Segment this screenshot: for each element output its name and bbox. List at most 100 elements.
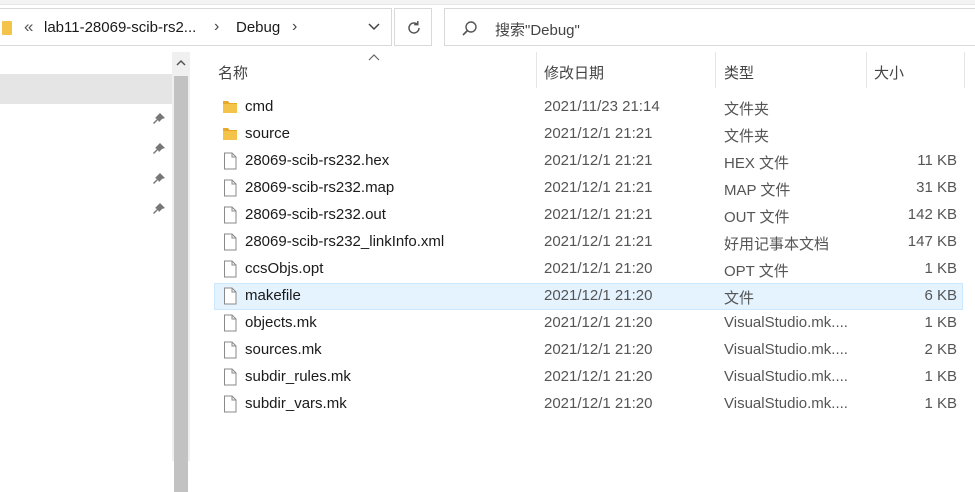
file-row[interactable]: 28069-scib-rs232.out 2021/12/1 21:21 OUT 文… (214, 202, 963, 229)
file-icon (224, 287, 237, 305)
file-type: 好用记事本文档 (724, 236, 830, 253)
file-type: VisualStudio.mk.... (724, 341, 848, 358)
search-box[interactable]: 搜索"Debug" (444, 8, 975, 46)
file-size: 31 KB (916, 179, 957, 196)
pin-icon[interactable] (152, 172, 166, 186)
folder-icon (2, 21, 12, 35)
address-bar[interactable]: « lab11-28069-scib-rs2... › Debug › (0, 8, 392, 46)
file-name: ccsObjs.opt (245, 260, 324, 277)
file-row[interactable]: objects.mk 2021/12/1 21:20 VisualStudio.mk… (214, 310, 963, 337)
file-name: 28069-scib-rs232.hex (245, 152, 390, 169)
refresh-icon (408, 21, 420, 34)
file-modified-date: 2021/12/1 21:21 (544, 206, 653, 223)
file-row[interactable]: ccsObjs.opt 2021/12/1 21:20 OPT 文件 1 KB (214, 256, 963, 283)
pin-icon[interactable] (152, 202, 166, 216)
breadcrumb-overflow[interactable]: « (24, 17, 33, 37)
file-size: 6 KB (924, 287, 957, 304)
file-type: VisualStudio.mk.... (724, 395, 848, 412)
file-type: HEX 文件 (724, 155, 790, 172)
column-name-label: 名称 (218, 65, 249, 82)
file-name: makefile (245, 287, 301, 304)
file-size: 147 KB (907, 233, 957, 250)
file-row[interactable]: 28069-scib-rs232_linkInfo.xml 2021/12/1 2… (214, 229, 963, 256)
file-modified-date: 2021/12/1 21:21 (544, 152, 653, 169)
file-list-scroll-area[interactable] (965, 52, 975, 461)
file-row[interactable]: 28069-scib-rs232.hex 2021/12/1 21:21 HEX 文… (214, 148, 963, 175)
file-name: objects.mk (245, 314, 317, 331)
pin-icon[interactable] (152, 112, 166, 126)
file-icon (224, 260, 237, 278)
file-icon (224, 233, 237, 251)
file-name: 28069-scib-rs232_linkInfo.xml (245, 233, 445, 250)
file-type: 文件夹 (724, 128, 770, 145)
file-name: cmd (245, 98, 274, 115)
file-name: subdir_vars.mk (245, 395, 347, 412)
file-modified-date: 2021/12/1 21:20 (544, 260, 653, 277)
file-size: 142 KB (907, 206, 957, 223)
column-modified-label: 修改日期 (544, 65, 605, 82)
file-row[interactable]: subdir_rules.mk 2021/12/1 21:20 VisualStud… (214, 364, 963, 391)
file-modified-date: 2021/12/1 21:20 (544, 287, 653, 304)
file-icon (224, 152, 237, 170)
file-icon (224, 206, 237, 224)
file-name: source (245, 125, 291, 142)
nav-selected-item[interactable] (0, 74, 172, 104)
folder-icon (223, 128, 237, 140)
file-row[interactable]: 28069-scib-rs232.map 2021/12/1 21:21 MAP 文… (214, 175, 963, 202)
file-size: 1 KB (924, 368, 957, 385)
file-modified-date: 2021/12/1 21:20 (544, 395, 653, 412)
file-row[interactable]: subdir_vars.mk 2021/12/1 21:20 VisualStudi… (214, 391, 963, 418)
pin-icon[interactable] (152, 142, 166, 156)
file-size: 1 KB (924, 314, 957, 331)
file-modified-date: 2021/12/1 21:21 (544, 179, 653, 196)
chevron-right-icon[interactable]: › (214, 18, 219, 36)
file-icon (224, 341, 237, 359)
column-type-label: 类型 (724, 65, 755, 82)
file-icon (224, 179, 237, 197)
file-type: 文件 (724, 290, 755, 307)
file-type: MAP 文件 (724, 182, 791, 199)
column-size-label: 大小 (874, 65, 905, 82)
file-type: VisualStudio.mk.... (724, 368, 848, 385)
folder-icon (223, 101, 237, 113)
file-modified-date: 2021/12/1 21:20 (544, 341, 653, 358)
file-icon (224, 314, 237, 332)
file-type: OPT 文件 (724, 263, 789, 280)
file-row[interactable]: makefile 2021/12/1 21:20 文件 6 KB (214, 283, 963, 310)
search-icon (462, 21, 477, 36)
file-name: 28069-scib-rs232.out (245, 206, 386, 223)
file-icon (224, 368, 237, 386)
scrollbar-thumb[interactable] (174, 76, 188, 492)
refresh-button[interactable] (394, 8, 432, 46)
column-header-type[interactable]: 类型 (716, 52, 866, 88)
file-name: sources.mk (245, 341, 322, 358)
file-modified-date: 2021/12/1 21:21 (544, 125, 653, 142)
file-icon (224, 395, 237, 413)
file-modified-date: 2021/12/1 21:20 (544, 368, 653, 385)
file-modified-date: 2021/12/1 21:20 (544, 314, 653, 331)
file-row[interactable]: source 2021/12/1 21:21 文件夹 (214, 121, 963, 148)
chevron-right-icon[interactable]: › (292, 18, 297, 36)
breadcrumb-segment-debug[interactable]: Debug (236, 19, 280, 36)
file-size: 11 KB (917, 152, 957, 169)
file-type: OUT 文件 (724, 209, 790, 226)
file-type: 文件夹 (724, 101, 770, 118)
file-size: 1 KB (924, 260, 957, 277)
file-modified-date: 2021/12/1 21:21 (544, 233, 653, 250)
window-top-strip (0, 0, 975, 5)
file-row[interactable]: cmd 2021/11/23 21:14 文件夹 (214, 94, 963, 121)
breadcrumb-segment-project[interactable]: lab11-28069-scib-rs2... (44, 19, 196, 36)
nav-scrollbar[interactable] (172, 52, 190, 492)
file-name: subdir_rules.mk (245, 368, 351, 385)
column-header-size[interactable]: 大小 (867, 52, 963, 88)
file-size: 2 KB (924, 341, 957, 358)
file-type: VisualStudio.mk.... (724, 314, 848, 331)
file-modified-date: 2021/11/23 21:14 (544, 98, 660, 115)
column-header-modified[interactable]: 修改日期 (537, 52, 715, 88)
column-header-name[interactable]: 名称 (214, 52, 536, 88)
scroll-up-arrow-icon[interactable] (176, 58, 186, 68)
file-row[interactable]: sources.mk 2021/12/1 21:20 VisualStudio.mk… (214, 337, 963, 364)
navigation-pane[interactable] (0, 52, 172, 461)
file-name: 28069-scib-rs232.map (245, 179, 395, 196)
chevron-down-icon[interactable] (366, 18, 382, 36)
